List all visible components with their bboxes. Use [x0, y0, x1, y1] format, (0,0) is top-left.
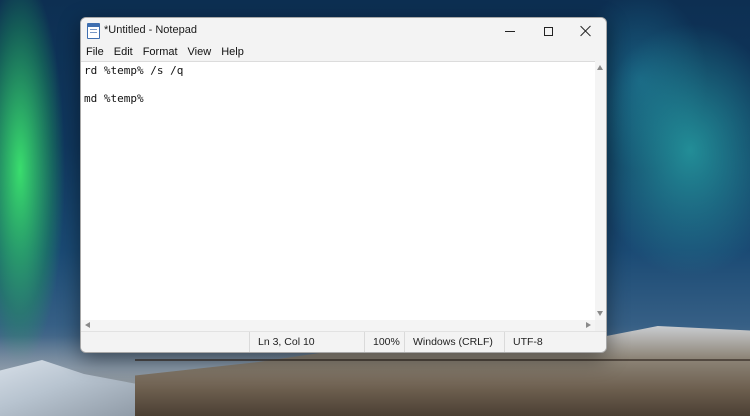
- horizontal-scrollbar[interactable]: [81, 320, 595, 331]
- status-encoding: UTF-8: [504, 332, 606, 352]
- notepad-window: *Untitled - Notepad File Edit Format Vie…: [80, 17, 607, 353]
- maximize-button[interactable]: [529, 18, 567, 44]
- menu-file[interactable]: File: [81, 44, 109, 61]
- title-bar[interactable]: *Untitled - Notepad: [81, 18, 606, 44]
- notepad-icon: [87, 23, 100, 39]
- minimize-icon: [505, 30, 515, 32]
- window-title: *Untitled - Notepad: [104, 24, 197, 36]
- wallpaper-boat-rail: [135, 359, 750, 361]
- status-bar: Ln 3, Col 10 100% Windows (CRLF) UTF-8: [81, 331, 606, 352]
- minimize-button[interactable]: [491, 18, 529, 44]
- status-zoom: 100%: [364, 332, 404, 352]
- menu-help[interactable]: Help: [216, 44, 249, 61]
- editor-line-1: rd %temp% /s /q: [84, 64, 184, 77]
- maximize-icon: [543, 26, 553, 36]
- scroll-up-icon[interactable]: [597, 65, 603, 70]
- menu-bar: File Edit Format View Help: [81, 44, 606, 61]
- close-icon: [580, 25, 592, 37]
- scroll-down-icon[interactable]: [597, 311, 603, 316]
- status-cursor-position: Ln 3, Col 10: [249, 332, 364, 352]
- status-line-ending: Windows (CRLF): [404, 332, 504, 352]
- menu-format[interactable]: Format: [138, 44, 183, 61]
- scroll-corner: [595, 320, 606, 331]
- menu-view[interactable]: View: [183, 44, 217, 61]
- menu-edit[interactable]: Edit: [109, 44, 138, 61]
- text-editor[interactable]: rd %temp% /s /q md %temp%: [81, 61, 595, 321]
- scroll-left-icon[interactable]: [85, 322, 90, 328]
- editor-line-3: md %temp%: [84, 92, 144, 105]
- scroll-right-icon[interactable]: [586, 322, 591, 328]
- close-button[interactable]: [567, 18, 605, 44]
- vertical-scrollbar[interactable]: [595, 61, 606, 320]
